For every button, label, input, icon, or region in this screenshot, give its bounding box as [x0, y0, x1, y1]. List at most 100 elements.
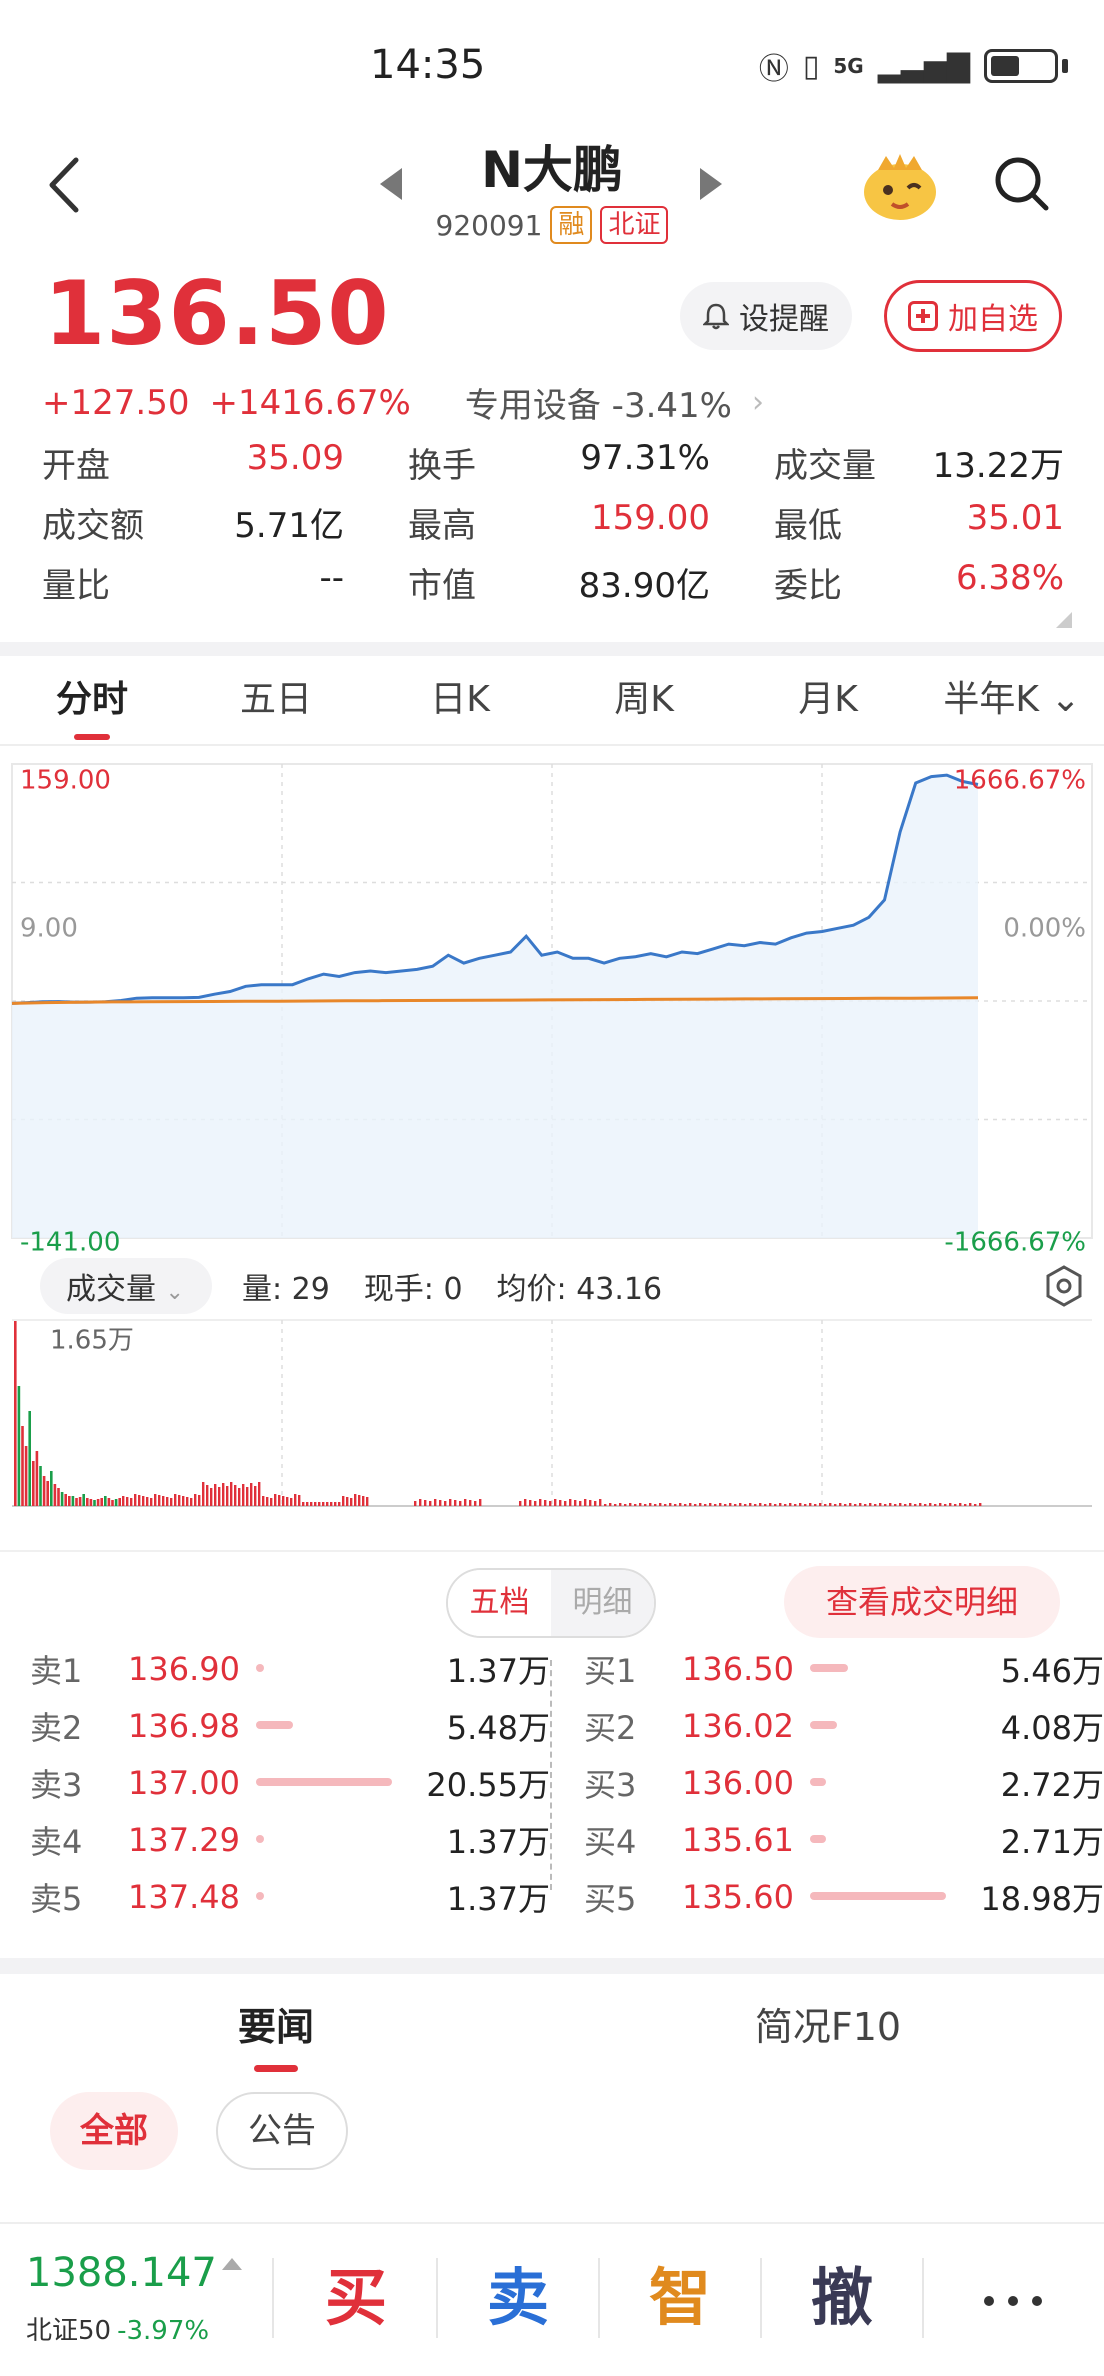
buy-level-row[interactable]: 买4 135.61 2.71万 [584, 1811, 1104, 1868]
volume-bar [744, 1504, 747, 1506]
y-right-mid-label: 0.00% [1003, 913, 1086, 943]
bar-divider [272, 2258, 274, 2338]
index-name-label: 北证50 [26, 2316, 112, 2346]
orderbook-toggle[interactable]: 五档 明细 [446, 1568, 656, 1638]
price-change-pct: +1416.67% [209, 382, 411, 423]
filter-all-chip[interactable]: 全部 [50, 2092, 178, 2170]
volume-bar [358, 1495, 361, 1506]
buy-level-bar [810, 1721, 838, 1729]
volume-bar [310, 1502, 313, 1506]
volume-bar [206, 1485, 209, 1506]
sector-link[interactable]: 专用设备 -3.41% [465, 378, 732, 427]
chart-tab[interactable]: 日K [368, 660, 552, 740]
tab-f10[interactable]: 简况F10 [552, 1992, 1104, 2072]
index-name: 北证50 -3.97% [26, 2310, 209, 2347]
view-trade-detail-button[interactable]: 查看成交明细 [784, 1566, 1060, 1638]
volume-bar [282, 1496, 285, 1506]
volume-bar [266, 1497, 269, 1506]
cancel-order-button[interactable]: 撤 [762, 2232, 922, 2364]
volume-bar [78, 1497, 82, 1506]
current-price: 136.50 [44, 262, 390, 365]
volume-bar [274, 1494, 277, 1506]
chart-tab[interactable]: 半年K ⌄ [920, 660, 1104, 740]
stat-row: 量比 -- 市值 83.90亿 委比 6.38% [42, 552, 1064, 612]
detail-tab[interactable]: 明细 [551, 1570, 654, 1636]
volume-bar [210, 1488, 213, 1506]
intraday-chart[interactable]: 159.00 9.00 -141.00 1666.67% 0.00% -1666.67% [0, 746, 1104, 1262]
volume-bar [554, 1499, 557, 1506]
sell-level-row[interactable]: 卖5 137.48 1.37万 [30, 1868, 550, 1925]
five-levels-tab[interactable]: 五档 [448, 1570, 551, 1636]
volume-bar [170, 1498, 173, 1506]
sell-level-row[interactable]: 卖2 136.98 5.48万 [30, 1697, 550, 1754]
volume-selector[interactable]: 成交量 ⌄ [40, 1258, 212, 1314]
volume-bar [93, 1500, 96, 1506]
chart-tab[interactable]: 周K [552, 660, 736, 740]
prev-stock-icon[interactable] [380, 168, 402, 200]
volume-bar [529, 1500, 532, 1506]
chart-tab[interactable]: 月K [736, 660, 920, 740]
filter-notice-chip[interactable]: 公告 [216, 2092, 348, 2170]
settings-hex-icon[interactable] [1044, 1264, 1084, 1308]
buy-button[interactable]: 买 [276, 2232, 436, 2364]
mascot-icon[interactable] [858, 148, 942, 224]
volume-bar [689, 1503, 692, 1506]
volume-bar [214, 1484, 217, 1506]
chart-tab[interactable]: 五日 [184, 660, 368, 740]
volume-bar [39, 1466, 42, 1506]
next-stock-icon[interactable] [700, 168, 722, 200]
sell-level-label: 卖1 [30, 1651, 83, 1690]
volume-bar [904, 1504, 907, 1506]
volume-bar [819, 1503, 822, 1506]
volume-bar [134, 1494, 137, 1506]
caret-up-icon[interactable] [222, 2258, 242, 2270]
buy-level-price: 136.50 [682, 1649, 794, 1688]
buy-level-row[interactable]: 买5 135.60 18.98万 [584, 1868, 1104, 1925]
volume-bar [564, 1501, 567, 1506]
volume-bar [954, 1504, 957, 1506]
volume-bar [130, 1498, 133, 1506]
volume-bar [68, 1496, 71, 1506]
sell-level-row[interactable]: 卖3 137.00 20.55万 [30, 1754, 550, 1811]
volume-bar [799, 1503, 802, 1506]
volume-bar [944, 1504, 947, 1506]
stat-value: 6.38% [955, 557, 1064, 598]
volume-bar [114, 1499, 118, 1506]
buy-level-label: 买4 [584, 1822, 637, 1861]
volume-bar [739, 1503, 742, 1506]
volume-bar [604, 1504, 607, 1506]
volume-bar [64, 1494, 67, 1506]
volume-bar [579, 1501, 582, 1506]
sell-level-row[interactable]: 卖1 136.90 1.37万 [30, 1640, 550, 1697]
signal-icon: 5G [833, 54, 864, 78]
add-watchlist-button[interactable]: 加自选 [884, 280, 1062, 352]
sell-level-row[interactable]: 卖4 137.29 1.37万 [30, 1811, 550, 1868]
volume-bar [934, 1504, 937, 1506]
volume-bar [929, 1503, 932, 1506]
more-icon[interactable] [984, 2296, 1042, 2306]
margin-tag: 融 [550, 206, 593, 244]
buy-level-row[interactable]: 买1 136.50 5.46万 [584, 1640, 1104, 1697]
buy-level-row[interactable]: 买2 136.02 4.08万 [584, 1697, 1104, 1754]
volume-bar [624, 1504, 627, 1506]
volume-bar [238, 1488, 241, 1506]
volume-bar [894, 1504, 897, 1506]
expand-corner-icon[interactable] [1056, 612, 1072, 628]
volume-bar [789, 1503, 792, 1506]
chart-tab[interactable]: 分时 [0, 660, 184, 740]
buy-level-price: 135.61 [682, 1820, 794, 1859]
volume-bar [889, 1503, 892, 1506]
volume-bar [684, 1504, 687, 1506]
sell-button[interactable]: 卖 [438, 2232, 598, 2364]
set-alert-button[interactable]: 设提醒 [680, 282, 852, 350]
search-icon[interactable] [990, 152, 1054, 216]
buy-level-row[interactable]: 买3 136.00 2.72万 [584, 1754, 1104, 1811]
volume-bar [419, 1499, 422, 1506]
tab-news[interactable]: 要闻 [0, 1992, 552, 2072]
index-value[interactable]: 1388.147 [26, 2250, 217, 2296]
stat-value: 5.71亿 [234, 505, 344, 546]
battery-icon [984, 49, 1058, 83]
volume-bar [194, 1494, 197, 1506]
volume-bar [749, 1503, 752, 1506]
smart-button[interactable]: 智 [600, 2232, 760, 2364]
